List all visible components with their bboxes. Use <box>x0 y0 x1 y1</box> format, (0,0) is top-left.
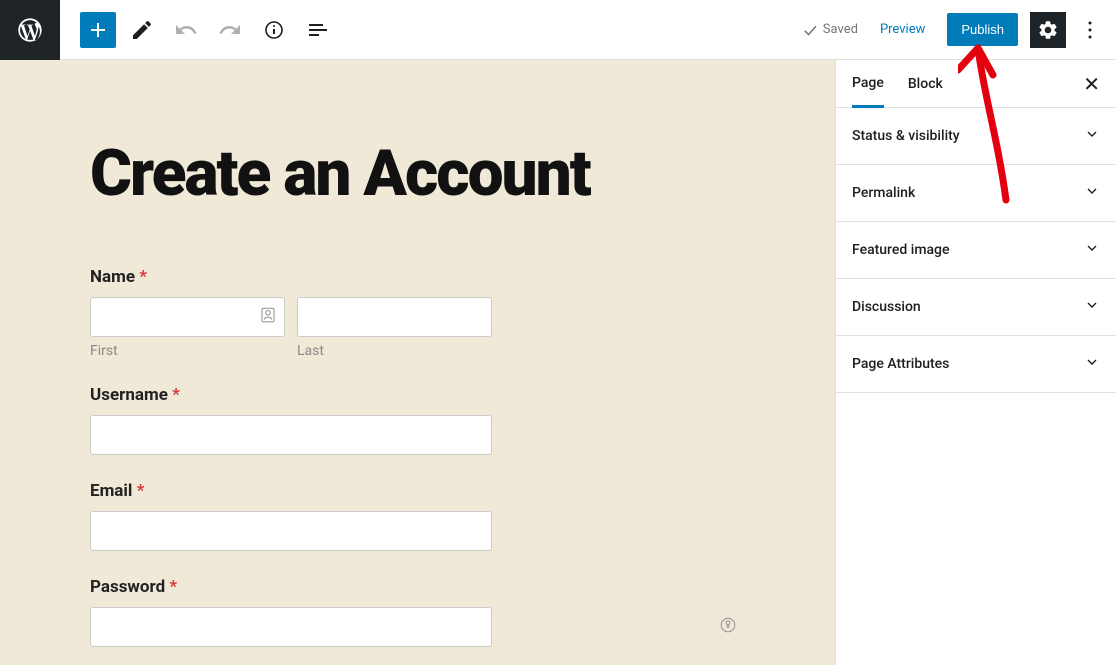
undo-button[interactable] <box>168 12 204 48</box>
chevron-down-icon <box>1084 183 1100 203</box>
tab-block[interactable]: Block <box>908 62 943 106</box>
username-label: Username * <box>90 385 745 405</box>
settings-button[interactable] <box>1030 12 1066 48</box>
first-sublabel: First <box>90 343 285 359</box>
info-button[interactable] <box>256 12 292 48</box>
chevron-down-icon <box>1084 240 1100 260</box>
email-input[interactable] <box>90 511 492 551</box>
publish-button[interactable]: Publish <box>947 13 1018 46</box>
required-marker: * <box>172 385 180 405</box>
panel-page-attributes[interactable]: Page Attributes <box>836 336 1116 393</box>
preview-button[interactable]: Preview <box>870 16 935 43</box>
saved-label: Saved <box>823 22 858 37</box>
page-title[interactable]: Create an Account <box>90 140 745 207</box>
settings-sidebar: Page Block ✕ Status & visibility Permali… <box>835 60 1116 665</box>
panel-permalink[interactable]: Permalink <box>836 165 1116 222</box>
password-input[interactable] <box>90 607 492 647</box>
outline-button[interactable] <box>300 12 336 48</box>
username-field-row: Username * <box>90 385 745 455</box>
first-name-input[interactable] <box>90 297 285 337</box>
panel-discussion[interactable]: Discussion <box>836 279 1116 336</box>
editor-topbar: Saved Preview Publish <box>0 0 1116 60</box>
editor-workspace: Create an Account Name * First <box>0 60 1116 665</box>
editor-canvas[interactable]: Create an Account Name * First <box>0 60 835 665</box>
chevron-down-icon <box>1084 297 1100 317</box>
redo-button[interactable] <box>212 12 248 48</box>
password-icon <box>719 616 737 638</box>
last-name-input[interactable] <box>297 297 492 337</box>
more-options-button[interactable] <box>1078 12 1102 48</box>
name-label: Name * <box>90 267 745 287</box>
chevron-down-icon <box>1084 126 1100 146</box>
add-block-button[interactable] <box>80 12 116 48</box>
required-marker: * <box>137 481 145 501</box>
topbar-tools <box>60 12 336 48</box>
sidebar-tabs: Page Block ✕ <box>836 60 1116 108</box>
wordpress-logo[interactable] <box>0 0 60 60</box>
save-status: Saved <box>801 21 858 39</box>
required-marker: * <box>169 577 177 597</box>
contact-icon <box>259 306 277 328</box>
email-field-row: Email * <box>90 481 745 551</box>
close-sidebar-button[interactable]: ✕ <box>1083 72 1100 96</box>
required-marker: * <box>139 267 147 287</box>
tab-page[interactable]: Page <box>852 61 884 108</box>
topbar-actions: Saved Preview Publish <box>801 12 1116 48</box>
password-field-row: Password * <box>90 577 745 647</box>
username-input[interactable] <box>90 415 492 455</box>
email-label: Email * <box>90 481 745 501</box>
password-label: Password * <box>90 577 745 597</box>
name-field-row: Name * First Last <box>90 267 745 359</box>
last-sublabel: Last <box>297 343 492 359</box>
panel-status-visibility[interactable]: Status & visibility <box>836 108 1116 165</box>
edit-mode-button[interactable] <box>124 12 160 48</box>
panel-featured-image[interactable]: Featured image <box>836 222 1116 279</box>
chevron-down-icon <box>1084 354 1100 374</box>
